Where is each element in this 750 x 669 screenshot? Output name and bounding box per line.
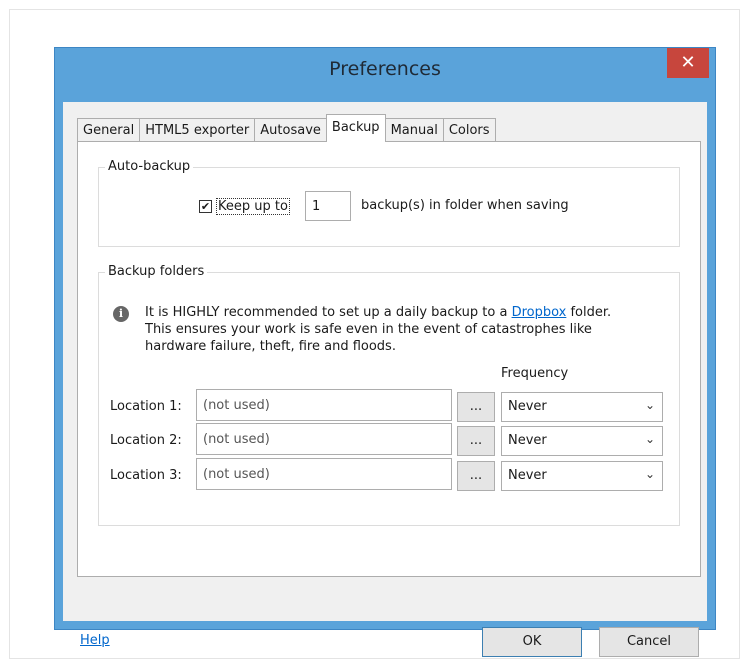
backup-count-suffix: backup(s) in folder when saving (361, 198, 569, 213)
location-1-input[interactable] (196, 389, 452, 421)
info-line-3: hardware failure, theft, fire and floods… (145, 339, 396, 354)
dropbox-link[interactable]: Dropbox (512, 305, 567, 320)
auto-backup-group: Auto-backup ✔ Keep up to backup(s) in fo… (98, 159, 680, 247)
location-1-browse-button[interactable]: ... (457, 392, 495, 422)
location-2-label: Location 2: (110, 433, 182, 448)
tab-general[interactable]: General (77, 118, 141, 142)
keep-up-to-checkbox[interactable]: ✔ (199, 200, 212, 213)
tab-autosave[interactable]: Autosave (254, 118, 327, 142)
tab-colors[interactable]: Colors (442, 118, 496, 142)
location-3-label: Location 3: (110, 468, 182, 483)
keep-up-to-label[interactable]: Keep up to (216, 198, 290, 215)
location-2-input[interactable] (196, 423, 452, 455)
frequency-header: Frequency (501, 366, 569, 381)
dialog-body: General HTML5 exporter Autosave Backup M… (63, 102, 707, 657)
tab-strip: General HTML5 exporter Autosave Backup M… (77, 114, 496, 142)
close-button[interactable]: ✕ (667, 48, 709, 78)
info-line-1: It is HIGHLY recommended to set up a dai… (145, 305, 612, 320)
tab-manual[interactable]: Manual (384, 118, 444, 142)
dialog-title: Preferences (329, 58, 441, 80)
location-3-browse-button[interactable]: ... (457, 461, 495, 491)
tab-backup[interactable]: Backup (325, 114, 386, 142)
backup-tab-panel: Auto-backup ✔ Keep up to backup(s) in fo… (77, 141, 701, 577)
info-line-2: This ensures your work is safe even in t… (145, 322, 592, 337)
location-1-frequency-value: Never (508, 399, 547, 414)
location-3-input[interactable] (196, 458, 452, 490)
title-bar[interactable]: Preferences ✕ (55, 48, 715, 102)
chevron-down-icon: ⌄ (644, 467, 655, 481)
tab-html5-exporter[interactable]: HTML5 exporter (139, 118, 256, 142)
location-2-frequency-select[interactable]: Never ⌄ (501, 426, 663, 456)
chevron-down-icon: ⌄ (644, 432, 655, 446)
auto-backup-title: Auto-backup (105, 159, 194, 174)
backup-count-input[interactable] (305, 191, 351, 221)
checkmark-icon: ✔ (200, 200, 211, 213)
location-2-browse-button[interactable]: ... (457, 426, 495, 456)
location-1-frequency-select[interactable]: Never ⌄ (501, 392, 663, 422)
location-3-frequency-select[interactable]: Never ⌄ (501, 461, 663, 491)
location-3-frequency-value: Never (508, 468, 547, 483)
cancel-button[interactable]: Cancel (599, 627, 699, 657)
preferences-dialog: Preferences ✕ General HTML5 exporter Aut… (54, 47, 716, 657)
backup-folders-group: Backup folders i It is HIGHLY recommende… (98, 264, 680, 526)
info-icon: i (113, 306, 129, 322)
close-icon: ✕ (680, 52, 696, 73)
ok-button[interactable]: OK (482, 627, 582, 657)
chevron-down-icon: ⌄ (644, 398, 655, 412)
help-link[interactable]: Help (80, 633, 110, 648)
backup-folders-title: Backup folders (105, 264, 208, 279)
location-2-frequency-value: Never (508, 433, 547, 448)
location-1-label: Location 1: (110, 399, 182, 414)
